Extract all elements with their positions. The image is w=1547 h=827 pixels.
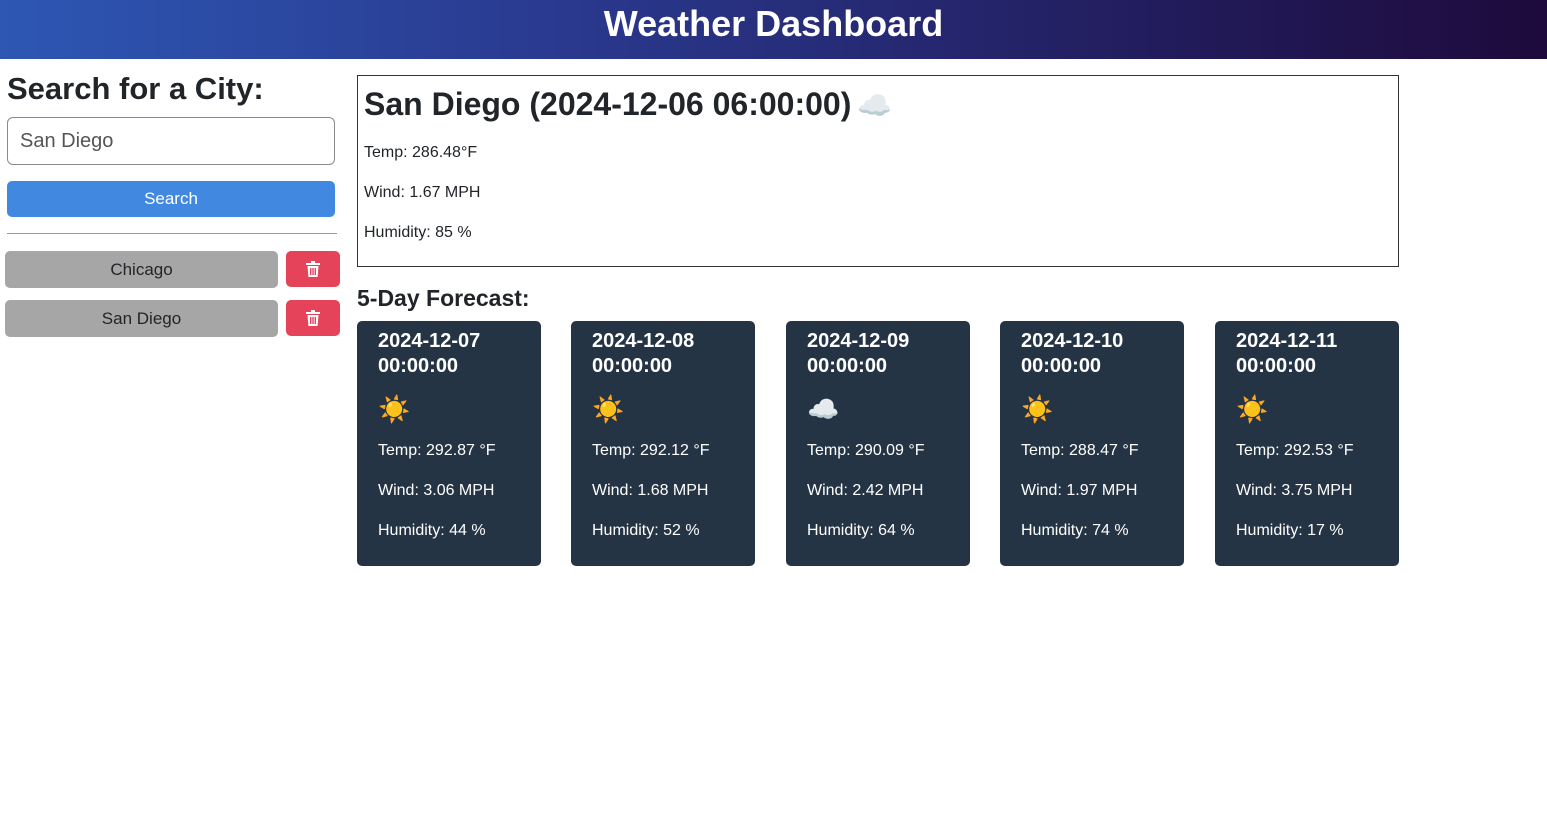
forecast-card: 2024-12-11 00:00:00 ☀️ Temp: 292.53 °F W… xyxy=(1215,321,1399,566)
forecast-heading: 5-Day Forecast: xyxy=(357,285,530,311)
app-header: Weather Dashboard xyxy=(0,0,1547,59)
forecast-date: 2024-12-09 00:00:00 xyxy=(807,330,910,377)
city-search-input[interactable] xyxy=(7,117,335,165)
forecast-humidity: Humidity: 44 % xyxy=(378,522,486,539)
current-city-date: San Diego (2024-12-06 06:00:00) xyxy=(364,86,852,122)
history-city-button[interactable]: San Diego xyxy=(5,300,278,337)
trash-icon xyxy=(306,261,320,277)
forecast-wind: Wind: 2.42 MPH xyxy=(807,482,924,499)
cloud-icon: ☁️ xyxy=(807,394,840,424)
forecast-humidity: Humidity: 17 % xyxy=(1236,522,1344,539)
sun-icon: ☀️ xyxy=(378,394,411,424)
forecast-date: 2024-12-11 00:00:00 xyxy=(1236,330,1338,377)
history-row: San Diego xyxy=(5,300,340,337)
forecast-date: 2024-12-08 00:00:00 xyxy=(592,330,695,377)
current-wind: Wind: 1.67 MPH xyxy=(364,184,481,201)
forecast-wind: Wind: 3.06 MPH xyxy=(378,482,495,499)
current-weather-panel: San Diego (2024-12-06 06:00:00) ☁️ Temp: … xyxy=(357,75,1399,267)
forecast-temp: Temp: 292.87 °F xyxy=(378,442,496,459)
forecast-card: 2024-12-10 00:00:00 ☀️ Temp: 288.47 °F W… xyxy=(1000,321,1184,566)
current-temp: Temp: 286.48°F xyxy=(364,144,478,161)
forecast-temp: Temp: 292.53 °F xyxy=(1236,442,1354,459)
search-heading: Search for a City: xyxy=(7,71,264,106)
sun-icon: ☀️ xyxy=(1236,394,1269,424)
search-button[interactable]: Search xyxy=(7,181,335,217)
history-row: Chicago xyxy=(5,251,340,288)
current-weather-title: San Diego (2024-12-06 06:00:00) ☁️ xyxy=(364,86,892,123)
forecast-humidity: Humidity: 52 % xyxy=(592,522,700,539)
forecast-date: 2024-12-10 00:00:00 xyxy=(1021,330,1124,377)
cloud-icon: ☁️ xyxy=(857,90,893,121)
forecast-date: 2024-12-07 00:00:00 xyxy=(378,330,481,377)
forecast-wind: Wind: 3.75 MPH xyxy=(1236,482,1353,499)
page-title: Weather Dashboard xyxy=(603,2,944,44)
forecast-card: 2024-12-08 00:00:00 ☀️ Temp: 292.12 °F W… xyxy=(571,321,755,566)
delete-city-button[interactable] xyxy=(286,251,340,287)
forecast-temp: Temp: 292.12 °F xyxy=(592,442,710,459)
forecast-card: 2024-12-07 00:00:00 ☀️ Temp: 292.87 °F W… xyxy=(357,321,541,566)
forecast-humidity: Humidity: 64 % xyxy=(807,522,915,539)
forecast-temp: Temp: 290.09 °F xyxy=(807,442,925,459)
delete-city-button[interactable] xyxy=(286,300,340,336)
history-city-button[interactable]: Chicago xyxy=(5,251,278,288)
trash-icon xyxy=(306,310,320,326)
forecast-wind: Wind: 1.97 MPH xyxy=(1021,482,1138,499)
forecast-temp: Temp: 288.47 °F xyxy=(1021,442,1139,459)
sidebar-divider xyxy=(7,233,337,234)
forecast-card: 2024-12-09 00:00:00 ☁️ Temp: 290.09 °F W… xyxy=(786,321,970,566)
sun-icon: ☀️ xyxy=(1021,394,1054,424)
current-humidity: Humidity: 85 % xyxy=(364,224,472,241)
sun-icon: ☀️ xyxy=(592,394,625,424)
forecast-humidity: Humidity: 74 % xyxy=(1021,522,1129,539)
forecast-wind: Wind: 1.68 MPH xyxy=(592,482,709,499)
